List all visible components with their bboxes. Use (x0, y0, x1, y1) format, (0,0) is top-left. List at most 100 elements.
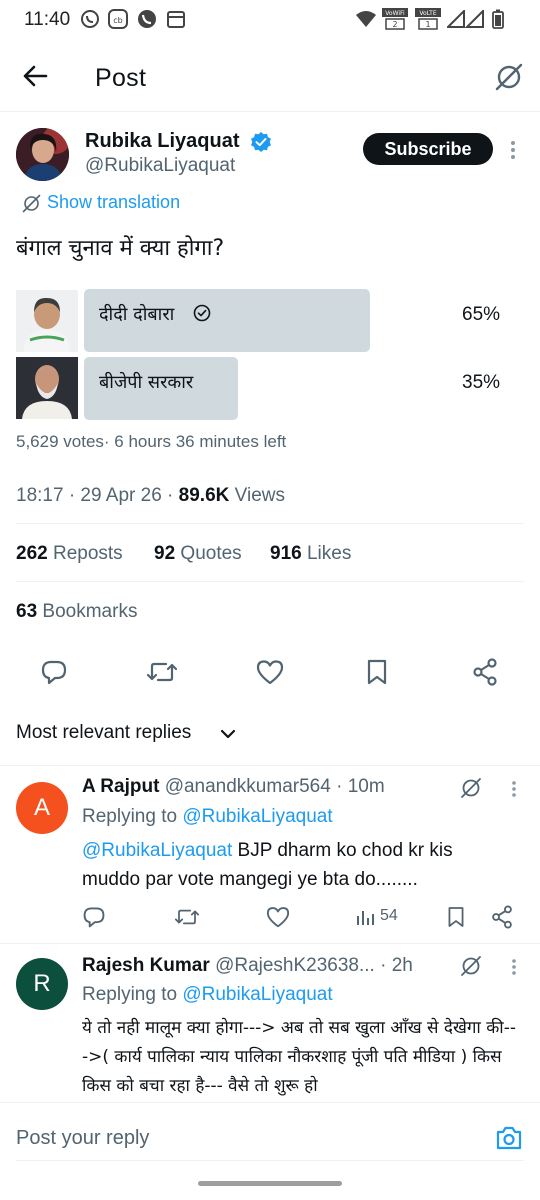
calendar-app-icon (166, 9, 186, 29)
views-icon[interactable] (355, 907, 375, 927)
verified-badge-icon (250, 131, 272, 153)
grok-icon[interactable] (460, 777, 482, 799)
reply-2-replying-to-link[interactable]: @RubikaLiyaquat (182, 984, 332, 1005)
vowifi-badge: VoWiFi 2 (382, 8, 408, 30)
likes-stat[interactable]: 916 Likes (270, 543, 351, 565)
reply-2-handle[interactable]: @RajeshK23638... (215, 955, 375, 976)
author-name[interactable]: Rubika Liyaquat (85, 130, 239, 153)
chevron-down-icon[interactable] (220, 727, 236, 741)
status-time: 11:40 (24, 9, 71, 30)
quotes-label: Quotes (175, 543, 242, 564)
show-translation-link[interactable]: Show translation (47, 192, 180, 213)
like-icon[interactable] (256, 659, 284, 685)
poll-option-1-percent: 65% (462, 304, 501, 325)
likes-label: Likes (301, 543, 352, 564)
reply-2-replying-label: Replying to (82, 984, 183, 1005)
subscribe-button[interactable]: Subscribe (363, 133, 493, 165)
views-label: Views (229, 485, 285, 506)
reply-input[interactable] (16, 1123, 456, 1153)
more-options-icon[interactable] (511, 780, 517, 798)
back-arrow-icon[interactable] (22, 64, 48, 88)
post-time: 18:17 · 29 Apr 26 · (16, 485, 179, 506)
author-avatar[interactable] (16, 128, 69, 181)
post-text: बंगाल चुनाव में क्या होगा? (16, 236, 225, 261)
reply-1-time: · 10m (336, 776, 385, 797)
status-bar: 11:40 cb VoWiFi 2 VoLTE 1 (0, 0, 540, 40)
replies-filter-dropdown[interactable]: Most relevant replies (16, 722, 191, 744)
more-options-icon[interactable] (510, 140, 516, 160)
replies-filter-label: Most relevant replies (16, 722, 192, 743)
share-icon[interactable] (491, 905, 513, 929)
divider (16, 581, 524, 582)
grok-icon[interactable] (460, 955, 482, 977)
volte-label: VoLTE (419, 10, 436, 17)
divider (0, 943, 540, 944)
reply-2-text: ये तो नही मालूम क्या होगा---> अब तो सब ख… (82, 1018, 516, 1096)
translate-icon[interactable] (22, 194, 41, 213)
post-timestamp: 18:17 · 29 Apr 26 · 89.6K Views (16, 485, 285, 507)
reply-icon[interactable] (82, 905, 106, 929)
reply-composer (0, 1102, 540, 1172)
top-app-bar: Post (0, 40, 540, 112)
views-count: 89.6K (178, 485, 230, 506)
reply-2-avatar[interactable]: R (16, 958, 68, 1010)
volte-badge: VoLTE 1 (415, 8, 441, 30)
camera-icon[interactable] (495, 1125, 523, 1151)
gesture-nav-handle[interactable] (198, 1181, 342, 1186)
reply-1-avatar[interactable]: A (16, 782, 68, 834)
reply-2-header: Rajesh Kumar @RajeshK23638... · 2h (82, 955, 413, 977)
reply-2-name[interactable]: Rajesh Kumar (82, 955, 210, 976)
signal-icon (447, 10, 485, 28)
volte-sim: 1 (425, 20, 430, 29)
poll-winner-check-icon (193, 304, 211, 322)
more-options-icon[interactable] (511, 958, 517, 976)
share-icon[interactable] (472, 658, 498, 686)
reposts-label: Reposts (47, 543, 123, 564)
reply-1-text: @RubikaLiyaquat BJP dharm ko chod kr kis… (82, 836, 512, 894)
reply-1-replying-to-link[interactable]: @RubikaLiyaquat (182, 806, 332, 827)
divider (0, 765, 540, 766)
call-app-icon (137, 9, 157, 29)
page-title: Post (95, 64, 147, 92)
reply-1-replying-to: Replying to @RubikaLiyaquat (82, 806, 333, 828)
bookmarks-stat[interactable]: 63 Bookmarks (16, 601, 137, 623)
likes-count: 916 (270, 543, 302, 564)
quotes-count: 92 (154, 543, 176, 564)
wifi-icon (355, 10, 377, 28)
reply-1-name[interactable]: A Rajput (82, 776, 159, 797)
bookmark-icon[interactable] (366, 658, 388, 686)
reply-2-time: · 2h (380, 955, 413, 976)
vowifi-sim: 2 (392, 20, 397, 29)
reply-1-replying-label: Replying to (82, 806, 183, 827)
reposts-stat[interactable]: 262 Reposts (16, 543, 123, 565)
battery-icon (492, 9, 504, 29)
poll-option-2-image (16, 357, 78, 419)
bookmarks-count: 63 (16, 601, 38, 622)
divider (16, 523, 524, 524)
whatsapp-icon (80, 9, 100, 29)
bookmarks-label: Bookmarks (37, 601, 138, 622)
reposts-count: 262 (16, 543, 48, 564)
composer-underline (16, 1160, 524, 1161)
quotes-stat[interactable]: 92 Quotes (154, 543, 242, 565)
poll-meta: 5,629 votes· 6 hours 36 minutes left (16, 432, 287, 451)
reply-1-header: A Rajput @anandkkumar564 · 10m (82, 776, 385, 798)
repost-icon[interactable] (175, 906, 199, 928)
vowifi-label: VoWiFi (385, 10, 405, 17)
reply-2-replying-to: Replying to @RubikaLiyaquat (82, 984, 333, 1006)
reply-1-views-count: 54 (380, 907, 398, 924)
cb-app-icon: cb (108, 9, 128, 29)
grok-icon[interactable] (494, 62, 524, 92)
poll-option-2-label: बीजेपी सरकार (99, 372, 194, 393)
poll-option-1-image (16, 290, 78, 352)
reply-1-mention[interactable]: @RubikaLiyaquat (82, 840, 232, 861)
poll-option-2-percent: 35% (462, 372, 501, 393)
poll-option-1-label: दीदी दोबारा (99, 304, 175, 325)
like-icon[interactable] (266, 906, 290, 928)
repost-icon[interactable] (147, 659, 177, 685)
bookmark-icon[interactable] (447, 905, 465, 929)
author-handle[interactable]: @RubikaLiyaquat (85, 155, 235, 177)
reply-icon[interactable] (40, 658, 68, 686)
svg-text:cb: cb (113, 16, 122, 25)
reply-1-handle[interactable]: @anandkkumar564 (165, 776, 331, 797)
